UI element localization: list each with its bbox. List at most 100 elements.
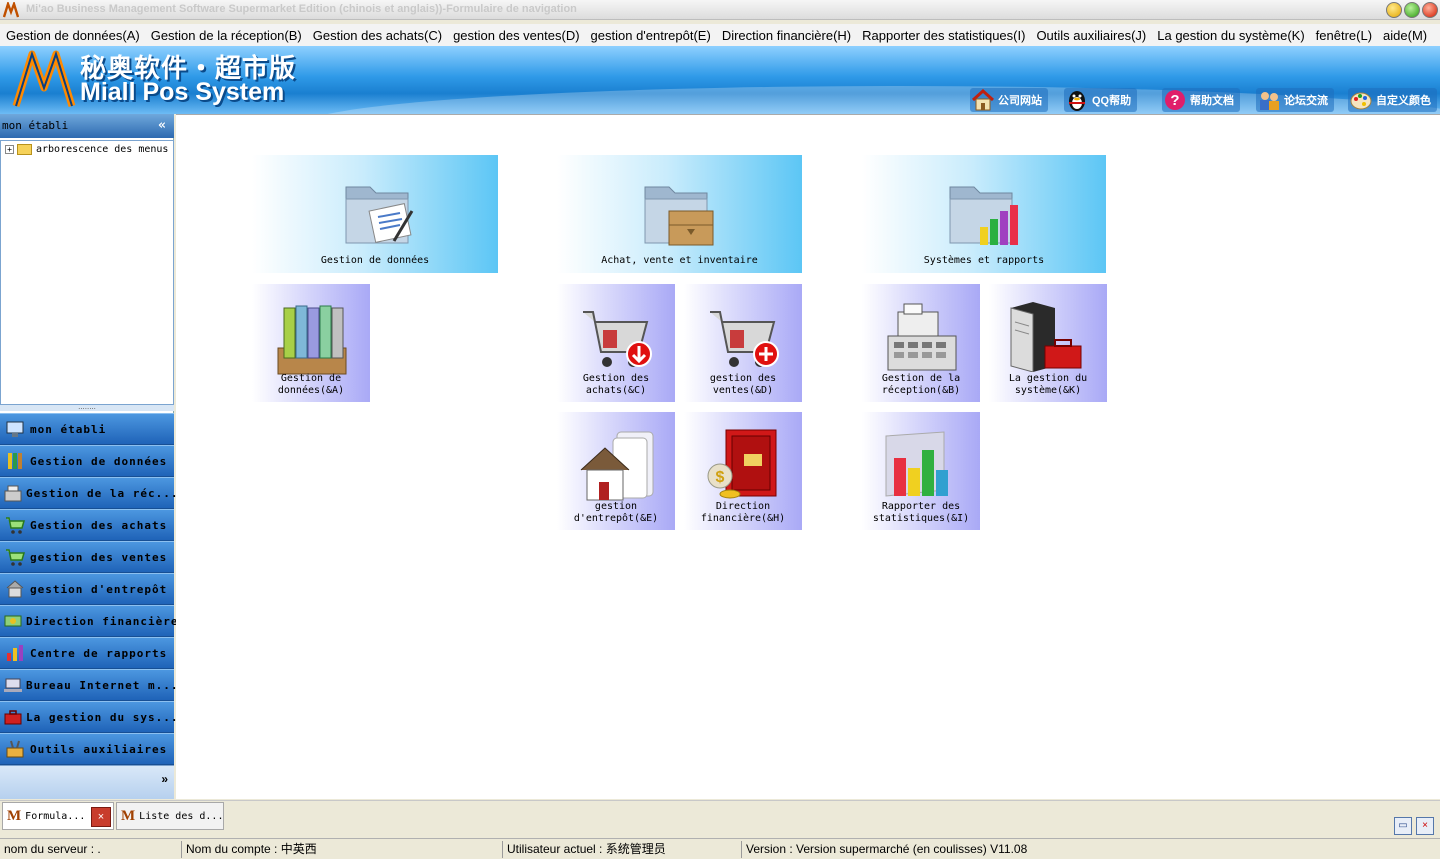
menu-help[interactable]: aide(M) xyxy=(1383,28,1427,43)
group-tile-systems-reports[interactable]: Systèmes et rapports xyxy=(862,155,1106,273)
module-tile-finance[interactable]: $ Direction financière(&H) xyxy=(684,412,802,530)
group-tile-data-management[interactable]: Gestion de données xyxy=(252,155,498,273)
menu-data-management[interactable]: Gestion de données(A) xyxy=(6,28,140,43)
module-tile-system[interactable]: La gestion du système(&K) xyxy=(989,284,1107,402)
nav-item-label: Bureau Internet m... xyxy=(26,678,179,692)
nav-item-label: Outils auxiliaires xyxy=(30,742,168,756)
group-tile-label: Gestion de données xyxy=(320,255,430,266)
toolbox-icon xyxy=(3,705,23,729)
module-tile-label: La gestion du système(&K) xyxy=(1008,373,1088,396)
quick-link-website[interactable]: 公司网站 xyxy=(970,88,1048,112)
tree-node-label: arborescence des menus xyxy=(36,144,169,155)
left-panel-header: mon établi « xyxy=(0,114,174,138)
menu-finance[interactable]: Direction financière(H) xyxy=(722,28,851,43)
bar-chart-icon xyxy=(885,431,948,497)
close-document-button[interactable]: × xyxy=(1416,817,1434,835)
home-icon xyxy=(970,88,996,112)
tab-close-button[interactable]: × xyxy=(91,807,111,827)
nav-item-label: La gestion du sys... xyxy=(26,710,179,724)
bar-chart-icon xyxy=(3,641,27,665)
quick-link-help-docs[interactable]: ? 帮助文档 xyxy=(1162,88,1240,112)
collapse-panel-button[interactable]: « xyxy=(158,118,166,133)
module-tile-statistics[interactable]: Rapporter des statistiques(&I) xyxy=(862,412,980,530)
menu-statistics[interactable]: Rapporter des statistiques(I) xyxy=(862,28,1025,43)
cart-add-icon xyxy=(710,311,779,367)
expand-icon[interactable]: + xyxy=(5,145,14,154)
quick-link-label: 自定义颜色 xyxy=(1376,95,1431,107)
menu-system[interactable]: La gestion du système(K) xyxy=(1157,28,1304,43)
left-panel: mon établi « + arborescence des menus ..… xyxy=(0,114,177,799)
restore-window-button[interactable]: ▭ xyxy=(1394,817,1412,835)
group-tile-purchase-sales-inventory[interactable]: Achat, vente et inventaire xyxy=(557,155,802,273)
nav-item-finance[interactable]: Direction financière xyxy=(0,605,177,637)
left-panel-title: mon établi xyxy=(2,119,69,132)
menu-reception[interactable]: Gestion de la réception(B) xyxy=(151,28,302,43)
nav-item-warehouse[interactable]: gestion d'entrepôt xyxy=(0,573,174,605)
panel-splitter[interactable]: ........ xyxy=(0,403,174,411)
nav-item-label: Gestion des achats xyxy=(30,518,168,532)
nav-item-label: Gestion de la réc... xyxy=(26,486,179,500)
mi-logo-icon: M xyxy=(7,807,22,824)
module-tile-label: Rapporter des statistiques(&I) xyxy=(872,501,970,524)
tab-document-list[interactable]: M Liste des d... xyxy=(116,802,224,830)
qq-penguin-icon xyxy=(1064,88,1090,112)
workbench-icon xyxy=(3,417,27,441)
status-server: nom du serveur : . xyxy=(4,842,101,856)
nav-item-aux-tools[interactable]: Outils auxiliaires xyxy=(0,733,174,765)
folder-box-icon xyxy=(644,186,714,246)
module-tile-sales[interactable]: gestion des ventes(&D) xyxy=(684,284,802,402)
mi-logo-icon xyxy=(3,2,19,18)
status-bar: nom du serveur : . Nom du compte : 中英西 U… xyxy=(0,838,1440,859)
quick-link-label: 论坛交流 xyxy=(1284,95,1328,107)
cart-icon xyxy=(3,545,27,569)
menu-tree: + arborescence des menus xyxy=(0,140,174,405)
menu-tools[interactable]: Outils auxiliaires(J) xyxy=(1036,28,1146,43)
module-tile-purchases[interactable]: Gestion des achats(&C) xyxy=(557,284,675,402)
maximize-button[interactable] xyxy=(1404,2,1420,18)
warehouse-house-icon xyxy=(580,431,654,501)
warehouse-icon xyxy=(3,577,27,601)
module-tile-label: Gestion de données(&A) xyxy=(277,373,345,396)
menu-sales[interactable]: gestion des ventes(D) xyxy=(453,28,579,43)
forum-icon xyxy=(1256,88,1282,112)
nav-item-internet-office[interactable]: Bureau Internet m... xyxy=(0,669,177,701)
menu-warehouse[interactable]: gestion d'entrepôt(E) xyxy=(591,28,711,43)
quick-link-forum[interactable]: 论坛交流 xyxy=(1256,88,1334,112)
nav-item-workbench[interactable]: mon établi xyxy=(0,413,174,445)
module-tile-warehouse[interactable]: gestion d'entrepôt(&E) xyxy=(557,412,675,530)
nav-item-label: gestion des ventes xyxy=(30,550,168,564)
nav-item-purchases[interactable]: Gestion des achats xyxy=(0,509,174,541)
status-account: Nom du compte : 中英西 xyxy=(181,841,501,858)
nav-item-label: mon établi xyxy=(30,422,107,436)
cash-register-icon xyxy=(887,303,957,371)
title-bar[interactable]: Mi'ao Business Management Software Super… xyxy=(0,0,1440,20)
tools-icon xyxy=(3,737,27,761)
folder-chart-icon xyxy=(949,186,1018,245)
module-tile-reception[interactable]: Gestion de la réception(&B) xyxy=(862,284,980,402)
nav-item-data-management[interactable]: Gestion de données xyxy=(0,445,174,477)
tree-node-root[interactable]: + arborescence des menus xyxy=(5,144,168,155)
menu-purchases[interactable]: Gestion des achats(C) xyxy=(313,28,442,43)
module-tile-label: gestion d'entrepôt(&E) xyxy=(573,501,659,524)
nav-item-system[interactable]: La gestion du sys... xyxy=(0,701,177,733)
quick-link-qq-help[interactable]: QQ帮助 xyxy=(1064,88,1138,112)
banner-title-en: Miall Pos System xyxy=(80,78,285,106)
nav-item-reception[interactable]: Gestion de la réc... xyxy=(0,477,177,509)
nav-more-button[interactable]: » xyxy=(161,772,168,786)
module-tile-label: Gestion des achats(&C) xyxy=(582,373,650,396)
minimize-button[interactable] xyxy=(1386,2,1402,18)
module-tile-label: Gestion de la réception(&B) xyxy=(881,373,961,396)
tab-label: Liste des d... xyxy=(139,810,224,822)
quick-link-custom-color[interactable]: 自定义颜色 xyxy=(1348,88,1437,112)
module-tile-data-management[interactable]: Gestion de données(&A) xyxy=(252,284,370,402)
group-tile-label: Systèmes et rapports xyxy=(923,255,1045,266)
folder-document-icon xyxy=(345,186,414,244)
menu-window[interactable]: fenêtre(L) xyxy=(1316,28,1372,43)
nav-item-reports[interactable]: Centre de rapports xyxy=(0,637,174,669)
app-window: Mi'ao Business Management Software Super… xyxy=(0,0,1440,859)
menu-bar: Gestion de données(A) Gestion de la réce… xyxy=(0,24,1440,46)
network-icon xyxy=(3,673,23,697)
nav-item-sales[interactable]: gestion des ventes xyxy=(0,541,174,573)
close-button[interactable] xyxy=(1422,2,1438,18)
nav-item-label: Centre de rapports xyxy=(30,646,168,660)
